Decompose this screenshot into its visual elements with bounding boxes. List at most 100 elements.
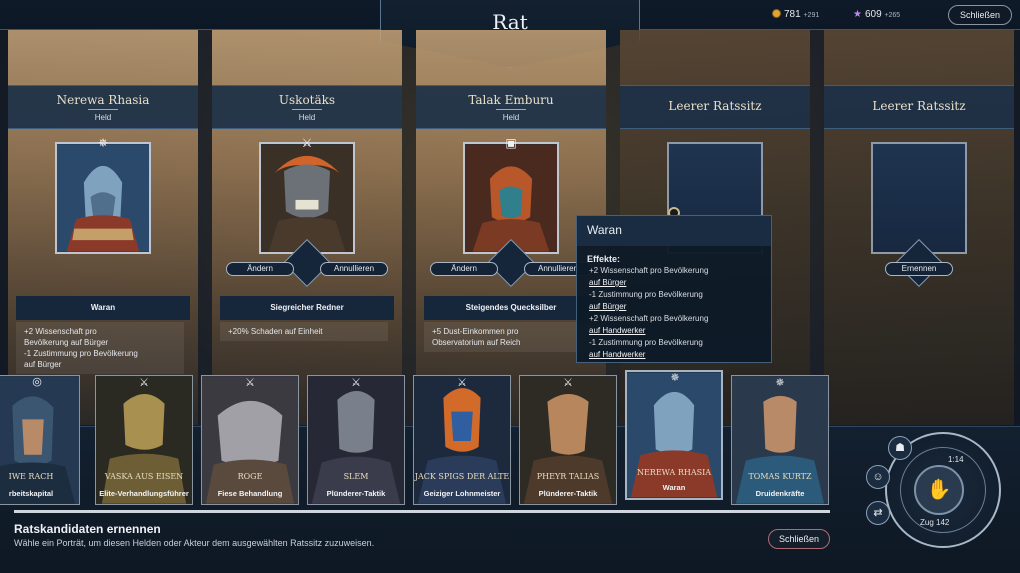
gold-coin-icon <box>772 9 781 18</box>
seat-effect: +20% Schaden auf Einheit <box>220 322 388 341</box>
candidate-ability: rbeitskapital <box>8 489 54 498</box>
effect-line: +2 Wissenschaft pro <box>24 327 97 336</box>
council-screen: Rat 781 +291 ★ 609 +265 Schließen Nerewa … <box>0 0 1020 573</box>
candidate-card[interactable]: PHEYR TALIAS Plünderer-Taktik <box>519 375 617 505</box>
ability-tooltip: Waran Effekte: +2 Wissenschaft pro Bevöl… <box>576 215 772 363</box>
candidate-ability: Fiese Behandlung <box>217 489 283 498</box>
orc-hero-art <box>261 144 353 252</box>
candidate-ability: Druidenkräfte <box>755 489 805 498</box>
hero-portrait[interactable] <box>55 142 151 254</box>
seat-subtitle: Held <box>298 113 316 122</box>
candidate-ability: Geiziger Lohnmeister <box>423 489 501 498</box>
seat-effect: +5 Dust-Einkommen pro Observatorium auf … <box>424 322 592 352</box>
council-icon[interactable]: ☗ <box>888 436 912 460</box>
candidate-ability: Plünderer-Taktik <box>326 489 386 498</box>
diplomacy-icon[interactable]: ☺ <box>866 465 890 489</box>
seat-name: Uskotäks <box>278 93 336 107</box>
appoint-button[interactable]: Ernennen <box>885 262 953 276</box>
handshake-end-turn-icon[interactable]: ✋ <box>914 465 964 515</box>
seat-header: Leerer Ratssitz <box>620 85 810 129</box>
seat-subtitle: Held <box>502 113 520 122</box>
seat-ability: Waran <box>16 296 190 320</box>
seat-header: Uskotäks Held <box>212 85 402 129</box>
vacant-portrait-slot[interactable] <box>871 142 967 254</box>
header-divider <box>292 109 322 110</box>
tooltip-title: Waran <box>577 216 771 246</box>
seat-effect: +2 Wissenschaft pro Bevölkerung auf Bürg… <box>16 322 184 374</box>
close-button-bottom[interactable]: Schließen <box>768 529 830 549</box>
seat-name: Leerer Ratssitz <box>668 99 762 113</box>
turn-label: Zug 142 <box>920 518 950 527</box>
candidate-card[interactable]: ROGE Fiese Behandlung <box>201 375 299 505</box>
candidate-art <box>308 376 404 504</box>
masked-hero-art <box>465 144 557 252</box>
effect-line: Observatorium auf Reich <box>432 338 521 347</box>
turn-time: 1:14 <box>948 455 964 464</box>
hero-portrait[interactable] <box>463 142 559 254</box>
candidate-card[interactable]: SLEM Plünderer-Taktik <box>307 375 405 505</box>
influence-delta: +265 <box>884 12 901 19</box>
candidate-name: NEREWA RHASIA <box>636 468 712 477</box>
change-button[interactable]: Ändern <box>430 262 498 276</box>
candidate-art <box>520 376 616 504</box>
tooltip-line: -1 Zustimmung pro Bevölkerung <box>589 290 703 299</box>
seat-name: Leerer Ratssitz <box>872 99 966 113</box>
compass-star-icon: ✵ <box>775 377 785 389</box>
council-seat-5[interactable]: Leerer Ratssitz Ernennen <box>824 30 1014 425</box>
crossed-swords-icon: ⚔ <box>245 377 255 389</box>
seat-header: Talak Emburu Held <box>416 85 606 129</box>
tooltip-line: auf Bürger <box>589 278 627 287</box>
candidate-card[interactable]: JACK SPIGS DER ALTE Geiziger Lohnmeister <box>413 375 511 505</box>
council-seat-1[interactable]: Nerewa Rhasia Held ✵ Waran +2 Wissenscha… <box>8 30 198 425</box>
candidate-card[interactable]: IWE RACH rbeitskapital <box>0 375 80 505</box>
candidate-ability: Waran <box>662 483 686 492</box>
compass-star-icon: ✵ <box>670 372 680 384</box>
candidate-art <box>202 376 298 504</box>
hero-portrait[interactable] <box>259 142 355 254</box>
candidate-card-selected[interactable]: NEREWA RHASIA Waran <box>625 370 723 500</box>
seat-name: Talak Emburu <box>468 93 554 107</box>
cancel-button[interactable]: Annullieren <box>320 262 388 276</box>
hooded-hero-art <box>57 144 149 252</box>
change-button[interactable]: Ändern <box>226 262 294 276</box>
seat-ability: Siegreicher Redner <box>220 296 394 320</box>
influence-resource: ★ 609 +265 <box>853 9 900 20</box>
candidate-art <box>414 376 510 504</box>
tooltip-line: +2 Wissenschaft pro Bevölkerung <box>589 266 709 275</box>
candidate-name: PHEYR TALIAS <box>536 472 600 481</box>
tooltip-line: auf Bürger <box>589 302 627 311</box>
council-seat-2[interactable]: Uskotäks Held ⚔ Ändern Annullieren Siegr… <box>212 30 402 425</box>
seat-subtitle: Held <box>94 113 112 122</box>
close-button-top[interactable]: Schließen <box>948 5 1012 25</box>
header-divider <box>496 109 526 110</box>
tooltip-effects-label: Effekte: <box>587 254 621 264</box>
effect-line: Bevölkerung auf Bürger <box>24 338 109 347</box>
candidate-card[interactable]: TOMAS KURTZ Druidenkräfte <box>731 375 829 505</box>
candidate-name: JACK SPIGS DER ALTE <box>414 472 510 481</box>
compass-star-icon: ✵ <box>97 136 109 150</box>
candidate-art <box>96 376 192 504</box>
trade-icon[interactable]: ⇄ <box>866 501 890 525</box>
gold-resource: 781 +291 <box>772 9 819 20</box>
candidate-art <box>732 376 828 504</box>
tooltip-line: auf Handwerker <box>589 350 646 359</box>
crossed-swords-icon: ⚔ <box>351 377 361 389</box>
crossed-swords-icon: ⚔ <box>301 136 313 150</box>
scrollbar-thumb[interactable] <box>14 510 830 513</box>
tooltip-line: -1 Zustimmung pro Bevölkerung <box>589 338 703 347</box>
seat-header: Nerewa Rhasia Held <box>8 85 198 129</box>
tooltip-line: +2 Wissenschaft pro Bevölkerung <box>589 314 709 323</box>
candidate-card[interactable]: VASKA AUS EISEN Elite-Verhandlungsführer <box>95 375 193 505</box>
candidate-name: SLEM <box>343 472 369 481</box>
candidate-name: VASKA AUS EISEN <box>104 472 184 481</box>
effect-line: +20% Schaden auf Einheit <box>228 327 323 336</box>
seat-name: Nerewa Rhasia <box>56 93 150 107</box>
crossed-swords-icon: ⚔ <box>457 377 467 389</box>
header-divider <box>88 109 118 110</box>
candidate-name: IWE RACH <box>8 472 54 481</box>
candidate-ability: Elite-Verhandlungsführer <box>99 489 189 498</box>
influence-value: 609 <box>864 9 882 20</box>
tooltip-line: auf Handwerker <box>589 326 646 335</box>
candidate-art <box>0 376 79 504</box>
scroll-icon: ▣ <box>505 136 517 150</box>
